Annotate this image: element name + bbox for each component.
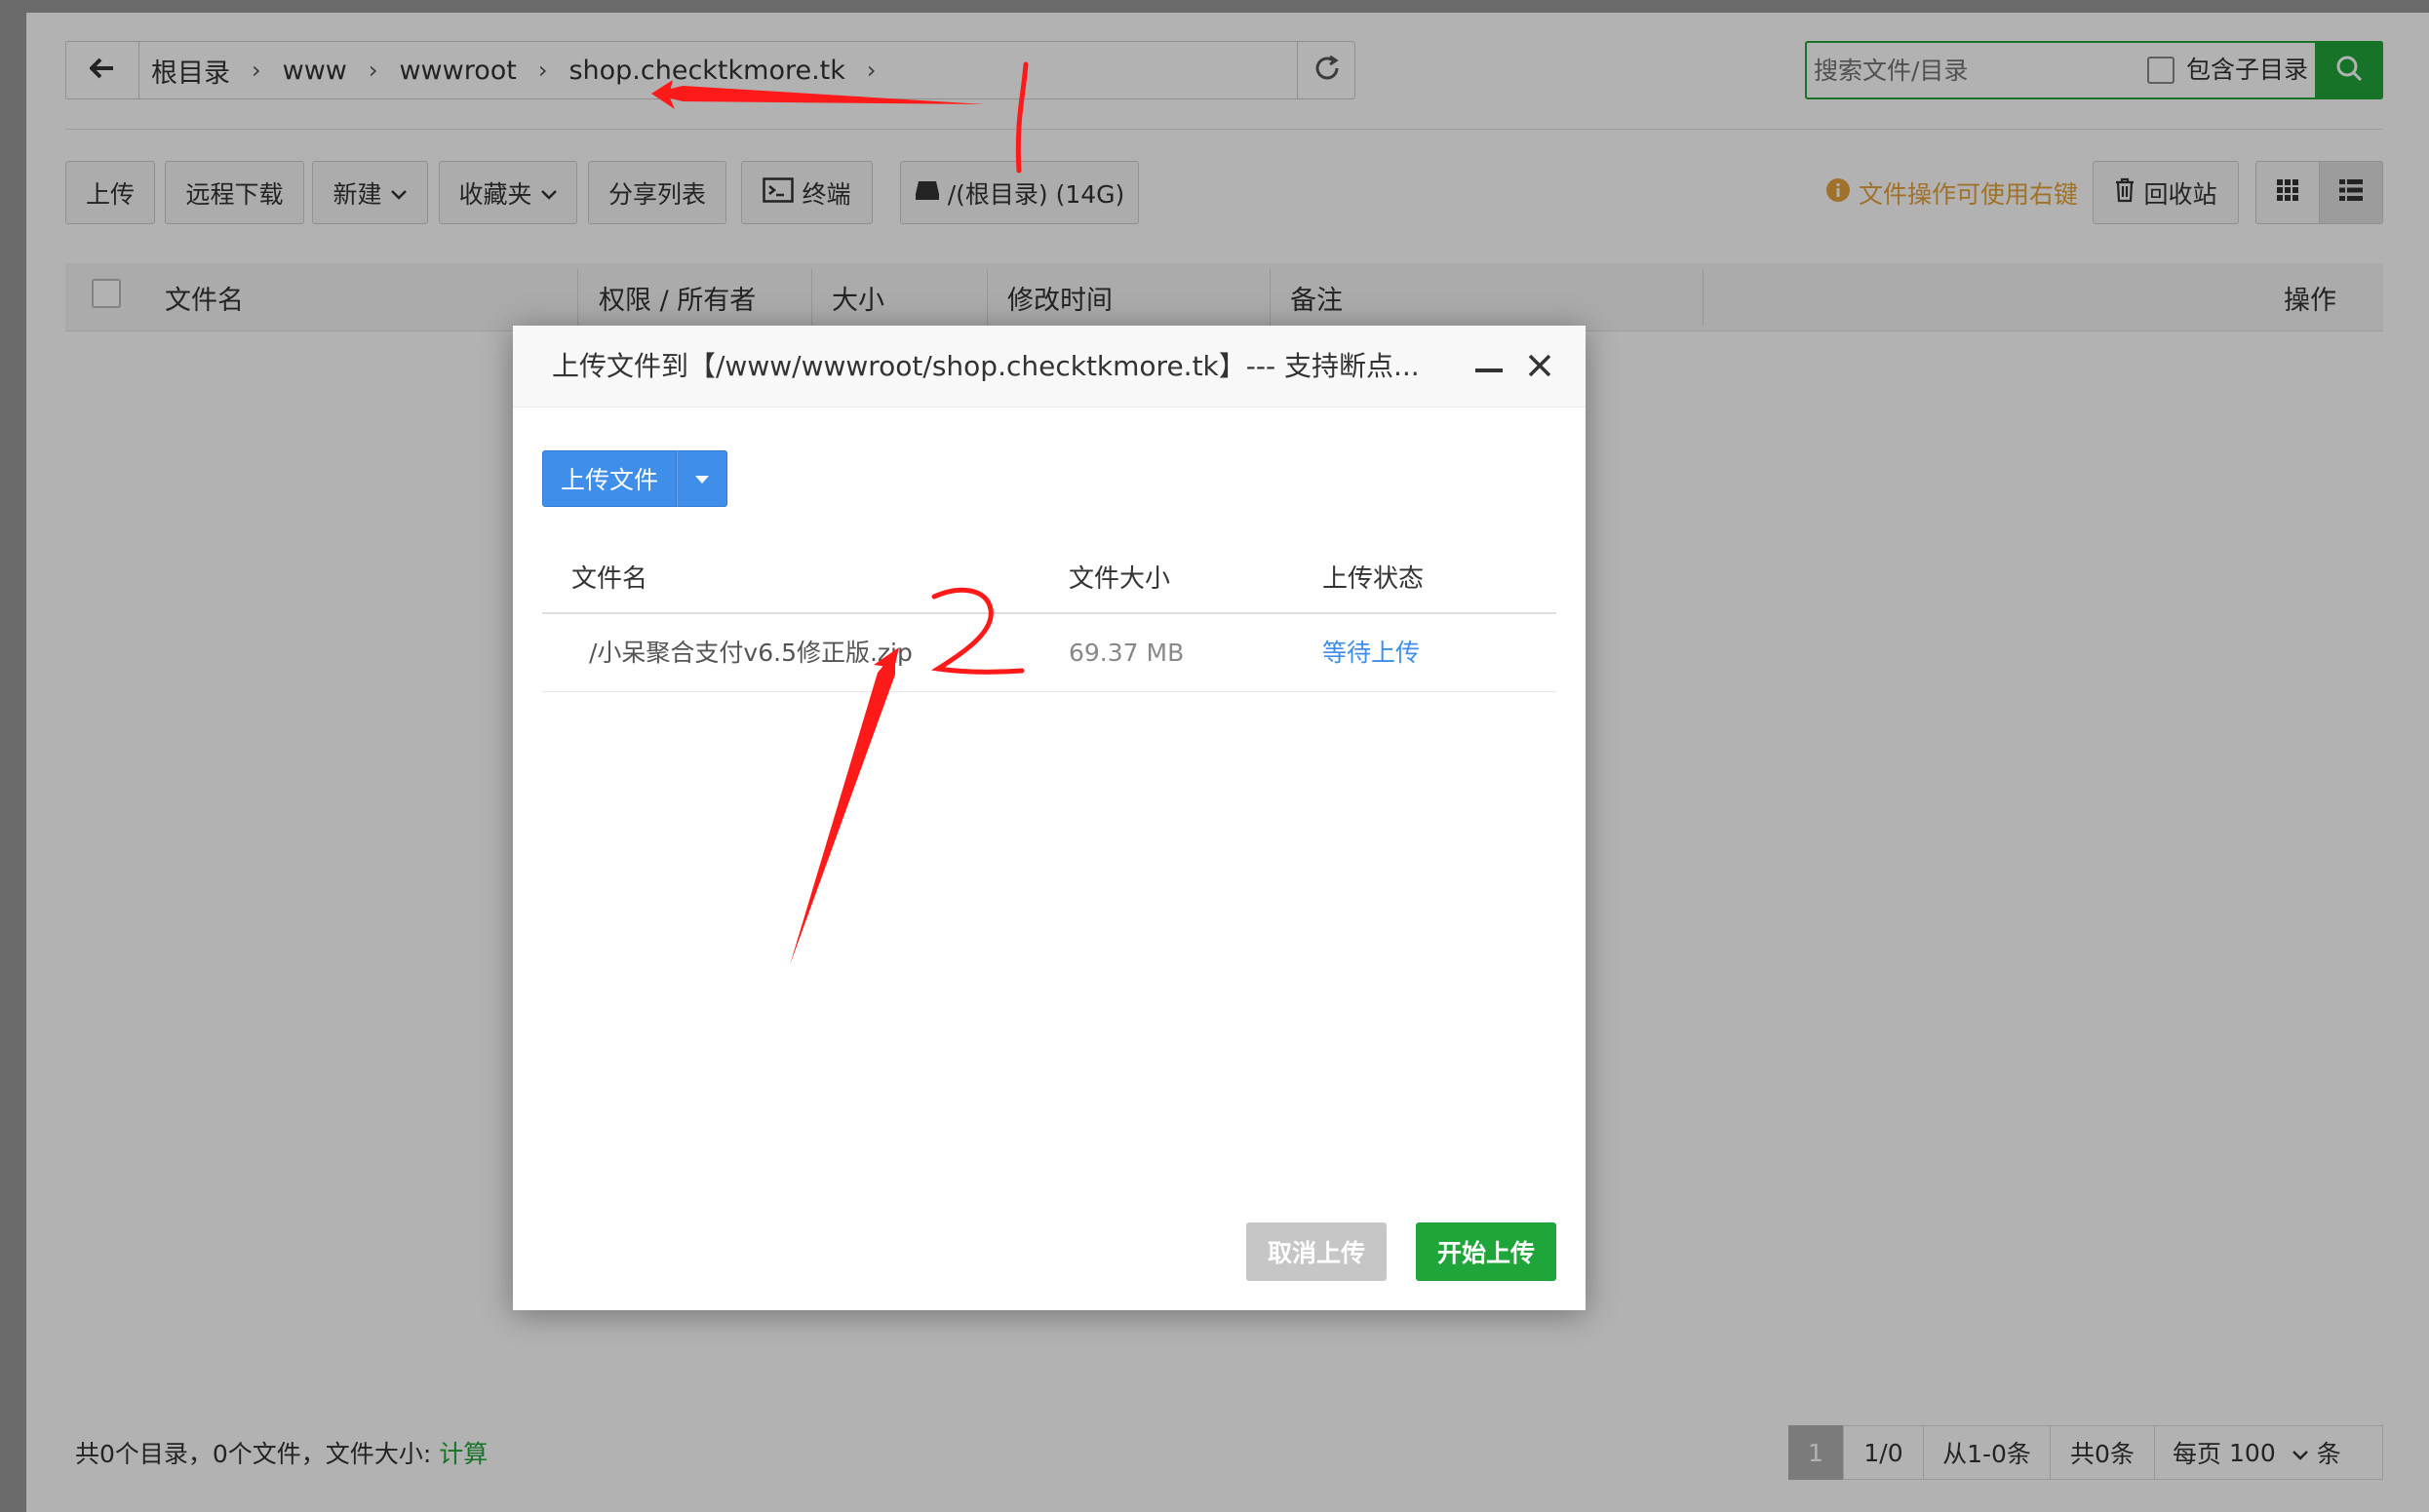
annotation-overlay	[651, 61, 1029, 965]
annotation-mark-2	[931, 587, 1025, 675]
annotation-mark-1	[1015, 61, 1029, 174]
annotation-arrow-top	[651, 86, 985, 104]
annotation-arrow-file	[790, 651, 895, 965]
